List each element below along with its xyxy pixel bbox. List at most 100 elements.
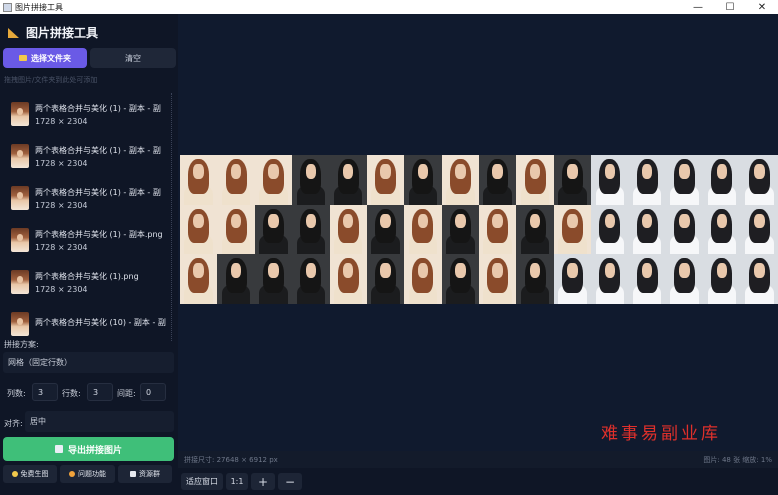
- cols-input[interactable]: 3: [32, 383, 58, 401]
- mosaic-tile: [441, 204, 479, 255]
- chat-icon: [130, 471, 136, 477]
- file-actions: 选择文件夹 清空: [3, 48, 176, 68]
- bottom-actions: 免费生图 问题功能 资源群: [3, 465, 172, 483]
- fit-window-button[interactable]: 适应窗口: [181, 473, 223, 490]
- watermark-text: 难事易副业库: [601, 424, 721, 444]
- image-thumbnail: [11, 144, 29, 168]
- app-title: 图片拼接工具: [8, 24, 98, 41]
- mosaic-tile: [628, 204, 666, 255]
- mosaic-tile: [740, 204, 778, 255]
- mosaic-tile: [740, 254, 778, 304]
- mosaic-tile: [479, 204, 517, 255]
- mosaic-tile: [404, 204, 442, 255]
- zoom-in-button[interactable]: +: [251, 473, 275, 490]
- mosaic-tile: [329, 155, 367, 205]
- mosaic-tile: [703, 155, 741, 205]
- export-label: 导出拼接图片: [67, 445, 122, 456]
- ruler-icon: [8, 27, 20, 38]
- window-title: 图片拼接工具: [15, 2, 63, 12]
- drop-hint: 拖拽图片/文件夹到此处可添加: [4, 76, 98, 84]
- list-item[interactable]: 两个表格合并与美化 (1) - 副本.png 1728 × 2304: [5, 219, 171, 261]
- mosaic-size-text: 拼接尺寸: 27648 × 6912 px: [184, 455, 278, 464]
- file-dimensions: 1728 × 2304: [35, 284, 88, 294]
- list-item[interactable]: 两个表格合并与美化 (10) - 副本 - 副: [5, 303, 171, 341]
- mosaic-tile: [591, 155, 629, 205]
- mosaic-tile: [516, 204, 554, 255]
- rows-input[interactable]: 3: [87, 383, 113, 401]
- mosaic-tile: [665, 204, 704, 255]
- mosaic-tile: [292, 254, 330, 304]
- mosaic-tile: [479, 155, 517, 205]
- list-item[interactable]: 两个表格合并与美化 (1) - 副本 - 副 1728 × 2304: [5, 177, 171, 219]
- mosaic-tile: [703, 254, 741, 304]
- app-title-text: 图片拼接工具: [26, 26, 99, 40]
- preview-canvas[interactable]: 难事易副业库: [178, 14, 778, 451]
- export-button[interactable]: 导出拼接图片: [3, 437, 174, 461]
- image-info-text: 图片: 48 张 缩放: 1%: [703, 455, 772, 464]
- mosaic-tile: [180, 204, 218, 255]
- free-generate-button[interactable]: 免费生图: [3, 465, 57, 483]
- file-dimensions: 1728 × 2304: [35, 158, 88, 168]
- file-name: 两个表格合并与美化 (1) - 副本 - 副: [35, 145, 161, 155]
- list-item[interactable]: 两个表格合并与美化 (1) - 副本 - 副 1728 × 2304: [5, 93, 171, 135]
- list-item[interactable]: 两个表格合并与美化 (1).png 1728 × 2304: [5, 261, 171, 303]
- gap-label: 间距:: [117, 389, 136, 398]
- mosaic-tile: [329, 204, 367, 255]
- mosaic-tile: [553, 254, 592, 304]
- list-item[interactable]: 两个表格合并与美化 (1) - 副本 - 副 1728 × 2304: [5, 135, 171, 177]
- app-icon: [3, 2, 12, 12]
- mosaic-tile: [254, 155, 293, 205]
- mosaic-tile: [591, 204, 629, 255]
- mosaic-tile: [292, 155, 330, 205]
- mosaic-tile: [740, 155, 778, 205]
- maximize-button[interactable]: ☐: [714, 0, 746, 14]
- mosaic-tile: [665, 155, 704, 205]
- actual-size-button[interactable]: 1:1: [226, 473, 248, 490]
- file-name: 两个表格合并与美化 (1) - 副本 - 副: [35, 103, 161, 113]
- image-thumbnail: [11, 270, 29, 294]
- mosaic-tile: [329, 254, 367, 304]
- scheme-select[interactable]: 网格（固定行数）: [3, 352, 174, 373]
- file-name: 两个表格合并与美化 (1) - 副本 - 副: [35, 187, 161, 197]
- mosaic-tile: [217, 204, 255, 255]
- rows-label: 行数:: [62, 389, 81, 398]
- file-text: 两个表格合并与美化 (10) - 副本 - 副: [35, 317, 166, 331]
- mosaic-tile: [441, 155, 479, 205]
- select-folder-label: 选择文件夹: [31, 53, 71, 63]
- mosaic-tile: [404, 254, 442, 304]
- clear-button[interactable]: 清空: [90, 48, 176, 68]
- sidebar: 图片拼接工具 选择文件夹 清空 拖拽图片/文件夹到此处可添加 两个表格合并与美化…: [0, 14, 178, 495]
- zoom-toolbar: 适应窗口 1:1 + −: [178, 468, 778, 495]
- mosaic-tile: [441, 254, 479, 304]
- file-name: 两个表格合并与美化 (1) - 副本.png: [35, 229, 163, 239]
- mosaic-tile: [665, 254, 704, 304]
- mosaic-tile: [366, 254, 405, 304]
- close-button[interactable]: ✕: [746, 0, 778, 14]
- image-thumbnail: [11, 312, 29, 336]
- folder-icon: [19, 55, 27, 61]
- mosaic-preview: [180, 155, 778, 304]
- mosaic-tile: [516, 155, 554, 205]
- file-text: 两个表格合并与美化 (1) - 副本 - 副 1728 × 2304: [35, 103, 161, 126]
- resource-group-label: 资源群: [139, 470, 160, 478]
- mosaic-tile: [628, 155, 666, 205]
- file-dimensions: 1728 × 2304: [35, 242, 88, 252]
- mosaic-tile: [180, 254, 218, 304]
- align-select[interactable]: 居中: [25, 411, 174, 432]
- resource-group-button[interactable]: 资源群: [118, 465, 172, 483]
- mosaic-tile: [703, 204, 741, 255]
- mosaic-tile: [254, 254, 293, 304]
- feedback-button[interactable]: 问题功能: [60, 465, 115, 483]
- bulb-icon: [11, 471, 18, 477]
- minimize-button[interactable]: —: [682, 0, 714, 14]
- file-dimensions: 1728 × 2304: [35, 200, 88, 210]
- save-icon: [54, 445, 63, 453]
- gap-input[interactable]: 0: [140, 383, 166, 401]
- zoom-out-button[interactable]: −: [278, 473, 302, 490]
- mosaic-tile: [404, 155, 442, 205]
- select-folder-button[interactable]: 选择文件夹: [3, 48, 87, 68]
- file-dimensions: 1728 × 2304: [35, 116, 88, 126]
- file-list[interactable]: 两个表格合并与美化 (1) - 副本 - 副 1728 × 2304 两个表格合…: [5, 93, 172, 341]
- mosaic-tile: [479, 254, 517, 304]
- mosaic-tile: [366, 204, 405, 255]
